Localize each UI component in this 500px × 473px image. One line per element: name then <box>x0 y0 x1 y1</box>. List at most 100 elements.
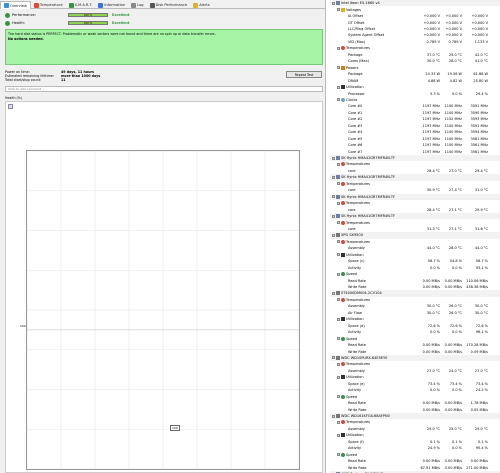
status-value: Excellent <box>112 13 130 17</box>
value-min: 0.00 MB/s <box>444 401 462 406</box>
repeat-test-button[interactable]: Repeat Test <box>286 71 322 78</box>
node-label: Temperatures <box>346 239 370 244</box>
value-min: 26.0 °C <box>448 310 462 315</box>
status-bar-text: 100 % <box>83 21 93 25</box>
collapse-icon[interactable]: - <box>337 182 340 186</box>
collapse-icon[interactable]: - <box>332 233 335 237</box>
tab-s-m-a-r-t[interactable]: S.M.A.R.T. <box>66 1 96 9</box>
collapse-icon[interactable]: - <box>337 272 340 276</box>
node-label: Activity <box>348 388 362 393</box>
thermometer-icon <box>341 220 345 225</box>
collapse-icon[interactable]: - <box>332 214 335 218</box>
collapse-icon[interactable]: - <box>337 46 340 50</box>
value-current: 24.9 % <box>427 446 440 451</box>
chart-plot-area[interactable] <box>26 150 300 470</box>
collapse-icon[interactable]: - <box>337 162 340 166</box>
collapse-icon[interactable]: - <box>332 195 335 199</box>
value-max: 25.80 W <box>473 78 488 83</box>
collapse-icon[interactable]: - <box>337 98 340 102</box>
tab-temperature[interactable]: Temperature <box>31 1 66 9</box>
tab-information[interactable]: Information <box>95 1 128 9</box>
value-min: 26.0 °C <box>448 304 462 309</box>
node-label: Temperatures <box>346 420 370 425</box>
value-min: 1100 MHz <box>444 130 462 135</box>
value-current: 1197 MHz <box>422 136 440 141</box>
collapse-icon[interactable]: - <box>337 433 340 437</box>
value-min: 0.0 % <box>451 330 462 335</box>
value-max: 30.0 °C <box>474 304 488 309</box>
node-label: Assembly <box>348 368 365 373</box>
collapse-icon[interactable]: - <box>337 362 340 366</box>
tab-overview[interactable]: Overview <box>0 1 31 9</box>
sensor-tree: - Intel Xeon E5-1660 v4 - Voltages IA Offset… <box>330 0 500 473</box>
thermometer-icon <box>341 181 345 186</box>
value-min: +0.000 V <box>445 14 462 19</box>
tab-disk-performance[interactable]: Disk Performance <box>147 1 191 9</box>
value-max: 29.0 °C <box>474 426 488 431</box>
value-current: 1197 MHz <box>422 117 440 122</box>
node-label: Activity <box>348 330 362 335</box>
value-min: +0.000 V <box>445 27 462 32</box>
utilization-icon <box>341 375 345 380</box>
power-icon <box>341 65 345 70</box>
collapse-icon[interactable]: - <box>337 298 340 302</box>
value-min: 0.1 % <box>451 439 462 444</box>
collapse-icon[interactable]: - <box>332 356 335 360</box>
collapse-icon[interactable]: - <box>337 395 340 399</box>
value-max: 271.00 MB/s <box>466 465 488 470</box>
value-current: 0.00 MB/s <box>422 285 440 290</box>
collapse-icon[interactable]: - <box>337 8 340 12</box>
collapse-icon[interactable]: - <box>337 253 340 257</box>
node-label: Space (f) <box>348 439 364 444</box>
collapse-icon[interactable]: - <box>337 221 340 225</box>
node-label: Temperatures <box>346 46 370 51</box>
temperature-icon <box>33 2 39 8</box>
node-label: Read Rate <box>348 343 366 348</box>
collapse-icon[interactable]: - <box>337 66 340 70</box>
value-current: 0.00 MB/s <box>422 407 440 412</box>
stat-row: Total start/stop count: 11 <box>5 78 205 82</box>
collapse-icon[interactable]: - <box>337 317 340 321</box>
disk-stats: Power on time: 49 days, 11 hours Estimated… <box>5 70 205 82</box>
collapse-icon[interactable]: - <box>332 156 335 160</box>
node-label: Utilization <box>346 85 364 90</box>
collapse-icon[interactable]: - <box>332 175 335 179</box>
thermometer-icon <box>341 362 345 367</box>
collapse-icon[interactable]: - <box>332 1 335 5</box>
value-current: 0.1 % <box>429 439 440 444</box>
chart-options-icon[interactable] <box>8 104 13 109</box>
tab-log[interactable]: Log <box>128 1 146 9</box>
collapse-icon[interactable]: - <box>332 291 335 295</box>
collapse-icon[interactable]: - <box>337 337 340 341</box>
comment-input[interactable]: Click to add comment ... <box>5 86 323 92</box>
node-label: SK Hynix HMA41GR7MFR4N-TF <box>341 156 395 161</box>
value-min: 0.0 % <box>451 446 462 451</box>
value-max: 3590 MHz <box>470 110 488 115</box>
collapse-icon[interactable]: - <box>337 375 340 379</box>
node-label: IA Offset <box>348 14 364 19</box>
node-label: Write Rate <box>348 407 367 412</box>
collapse-icon[interactable]: - <box>337 240 340 244</box>
value-current: 28.4 °C <box>426 207 440 212</box>
check-icon <box>5 20 10 26</box>
node-label: core <box>348 207 356 212</box>
value-max: 1.133 V <box>474 39 488 44</box>
collapse-icon[interactable]: - <box>337 420 340 424</box>
tab-alerts[interactable]: Alerts <box>190 1 212 9</box>
value-current: 0.0 % <box>429 265 440 270</box>
smart-icon <box>68 2 74 8</box>
node-label: Temperatures <box>346 162 370 167</box>
hardware-icon <box>336 194 340 199</box>
thermometer-icon <box>341 201 345 206</box>
collapse-icon[interactable]: - <box>337 85 340 89</box>
value-current: 73.4 % <box>427 381 440 386</box>
value-min: 1100 MHz <box>444 110 462 115</box>
value-max: 0.09 MB/s <box>470 349 488 354</box>
collapse-icon[interactable]: - <box>337 201 340 205</box>
node-label: core <box>348 168 356 173</box>
node-label: VID (Max) <box>348 39 366 44</box>
value-max: 96.1 % <box>475 330 488 335</box>
value-min: 1100 MHz <box>444 136 462 141</box>
collapse-icon[interactable]: - <box>332 414 335 418</box>
collapse-icon[interactable]: - <box>337 453 340 457</box>
